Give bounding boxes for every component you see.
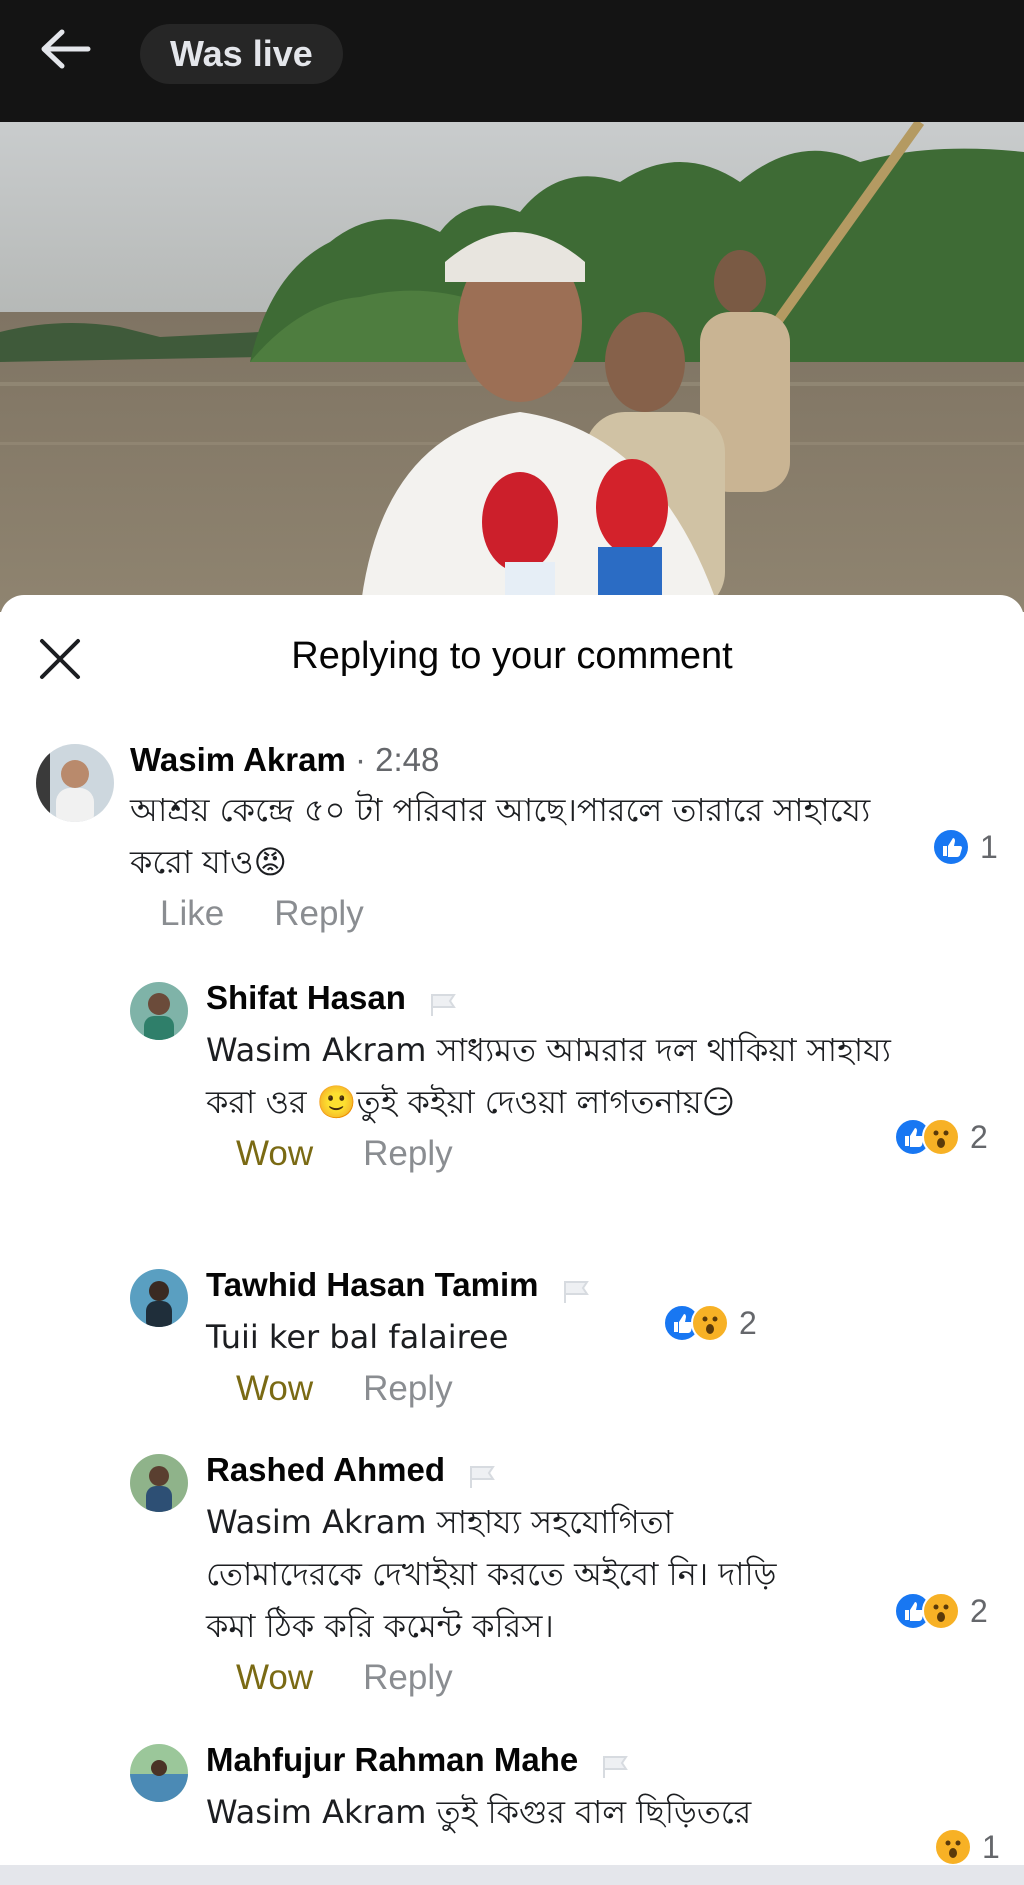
was-live-badge: Was live	[140, 24, 343, 84]
wow-reaction-icon	[934, 1828, 972, 1866]
sheet-title: Replying to your comment	[291, 635, 733, 677]
commenter-name[interactable]: Wasim Akram	[130, 741, 346, 778]
reply-button[interactable]: Reply	[363, 1134, 452, 1174]
comment-text: Wasim Akram সাধ্যমত আমরার দল থাকিয়া সাহ…	[206, 1031, 891, 1121]
comment-text: আশ্রয় কেন্দ্রে ৫০ টা পরিবার আছে।পারলে ত…	[130, 791, 871, 881]
wow-reaction-icon	[691, 1304, 729, 1342]
wow-reaction-icon	[922, 1592, 960, 1630]
reaction-summary[interactable]: 2	[894, 1592, 988, 1630]
wow-reaction-icon	[922, 1118, 960, 1156]
comment-time: · 2:48	[354, 741, 440, 778]
flag-icon[interactable]	[467, 1459, 499, 1489]
live-video-frame[interactable]	[0, 122, 1024, 612]
commenter-name[interactable]: Rashed Ahmed	[206, 1451, 445, 1488]
avatar[interactable]	[130, 1269, 188, 1327]
comment-text: Wasim Akram সাহায্য সহযোগিতা তোমাদেরকে দ…	[206, 1503, 777, 1645]
reply-button[interactable]: Reply	[363, 1369, 452, 1409]
wow-button[interactable]: Wow	[236, 1369, 313, 1409]
avatar[interactable]	[36, 744, 114, 822]
comment-text: Tuii ker bal falairee	[206, 1318, 509, 1356]
reply-button[interactable]: Reply	[363, 1658, 452, 1698]
reaction-summary[interactable]: 1	[932, 828, 998, 866]
commenter-name[interactable]: Tawhid Hasan Tamim	[206, 1266, 539, 1303]
reaction-summary[interactable]: 1	[934, 1828, 1000, 1866]
reaction-count: 2	[970, 1592, 988, 1629]
reaction-summary[interactable]: 2	[663, 1304, 757, 1342]
comment-text: Wasim Akram তুই কিগুর বাল ছিড়িতরে	[206, 1793, 752, 1831]
sheet-header: Replying to your comment	[0, 595, 1024, 725]
reaction-count: 1	[982, 1828, 1000, 1865]
comment-actions: Wow Reply	[236, 1369, 826, 1409]
reaction-summary[interactable]: 2	[894, 1118, 988, 1156]
reaction-count: 2	[970, 1118, 988, 1155]
wow-button[interactable]: Wow	[236, 1658, 313, 1698]
reaction-count: 1	[980, 828, 998, 865]
top-bar: Was live	[0, 0, 1024, 122]
flag-icon[interactable]	[600, 1749, 632, 1779]
back-arrow-icon[interactable]	[36, 24, 96, 74]
avatar[interactable]	[130, 982, 188, 1040]
flag-icon[interactable]	[561, 1274, 593, 1304]
like-reaction-icon	[932, 828, 970, 866]
comment-actions: Wow Reply	[236, 1658, 906, 1698]
avatar[interactable]	[130, 1744, 188, 1802]
bottom-edge	[0, 1865, 1024, 1885]
commenter-name[interactable]: Shifat Hasan	[206, 979, 406, 1016]
reply-button[interactable]: Reply	[274, 894, 363, 934]
avatar[interactable]	[130, 1454, 188, 1512]
reaction-count: 2	[739, 1304, 757, 1341]
like-button[interactable]: Like	[160, 894, 224, 934]
wow-button[interactable]: Wow	[236, 1134, 313, 1174]
comment-actions: Like Reply	[160, 894, 920, 934]
flag-icon[interactable]	[428, 987, 460, 1017]
comment-actions: Wow Reply	[236, 1134, 906, 1174]
commenter-name[interactable]: Mahfujur Rahman Mahe	[206, 1741, 578, 1778]
